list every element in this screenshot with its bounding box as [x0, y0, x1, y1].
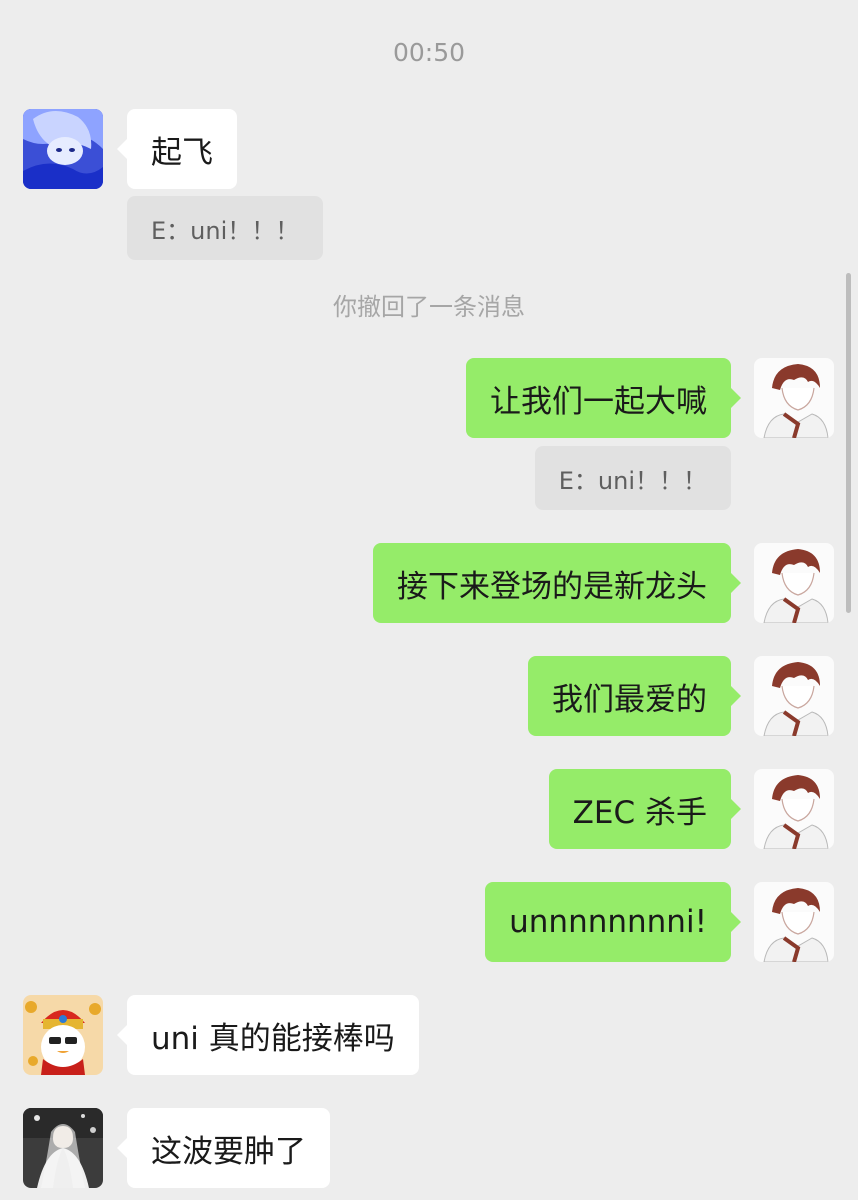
message-bubble[interactable]: 这波要肿了	[117, 1108, 330, 1188]
recall-notice: 你撤回了一条消息	[333, 293, 525, 321]
caishen-penguin-icon	[23, 995, 103, 1075]
sketch-boy-icon	[754, 656, 834, 736]
sketch-boy-icon	[754, 358, 834, 438]
message-bubble[interactable]: ZEC 杀手	[548, 769, 742, 849]
sketch-boy-avatar[interactable]	[754, 358, 834, 438]
message-bubble[interactable]: 接下来登场的是新龙头	[373, 543, 741, 623]
chat-timestamp: 00:50	[392, 38, 466, 67]
sketch-boy-avatar[interactable]	[754, 543, 834, 623]
sketch-boy-avatar[interactable]	[754, 882, 834, 962]
sketch-boy-icon	[754, 543, 834, 623]
message-bubble[interactable]: uni 真的能接棒吗	[117, 995, 419, 1075]
sketch-boy-icon	[754, 882, 834, 962]
sketch-boy-icon	[754, 769, 834, 849]
message-bubble[interactable]: 我们最爱的	[528, 656, 741, 736]
quoted-reply-text: E：uni！！！	[151, 216, 300, 245]
bride-photo-avatar[interactable]	[23, 1108, 103, 1188]
blue-portrait-icon	[23, 109, 103, 189]
quoted-reply[interactable]: E：uni！！！	[534, 446, 731, 510]
bride-photo-icon	[23, 1108, 103, 1188]
message-text: 起飞	[151, 134, 213, 171]
scrollbar[interactable]	[846, 273, 851, 613]
message-text: 这波要肿了	[151, 1133, 306, 1170]
message-text: 接下来登场的是新龙头	[397, 568, 707, 605]
message-text: unnnnnnnni!	[509, 904, 707, 940]
caishen-penguin-avatar[interactable]	[23, 995, 103, 1075]
message-bubble[interactable]: unnnnnnnni!	[485, 882, 741, 962]
sketch-boy-avatar[interactable]	[754, 769, 834, 849]
blue-portrait-avatar[interactable]	[23, 109, 103, 189]
message-bubble[interactable]: 让我们一起大喊	[466, 358, 741, 438]
quoted-reply[interactable]: E：uni！！！	[127, 196, 324, 260]
message-text: uni 真的能接棒吗	[151, 1020, 395, 1057]
message-text: ZEC 杀手	[572, 794, 707, 831]
quoted-reply-text: E：uni！！！	[558, 466, 707, 495]
sketch-boy-avatar[interactable]	[754, 656, 834, 736]
message-text: 我们最爱的	[552, 681, 707, 718]
message-bubble[interactable]: 起飞	[117, 109, 237, 189]
message-text: 让我们一起大喊	[490, 383, 707, 420]
